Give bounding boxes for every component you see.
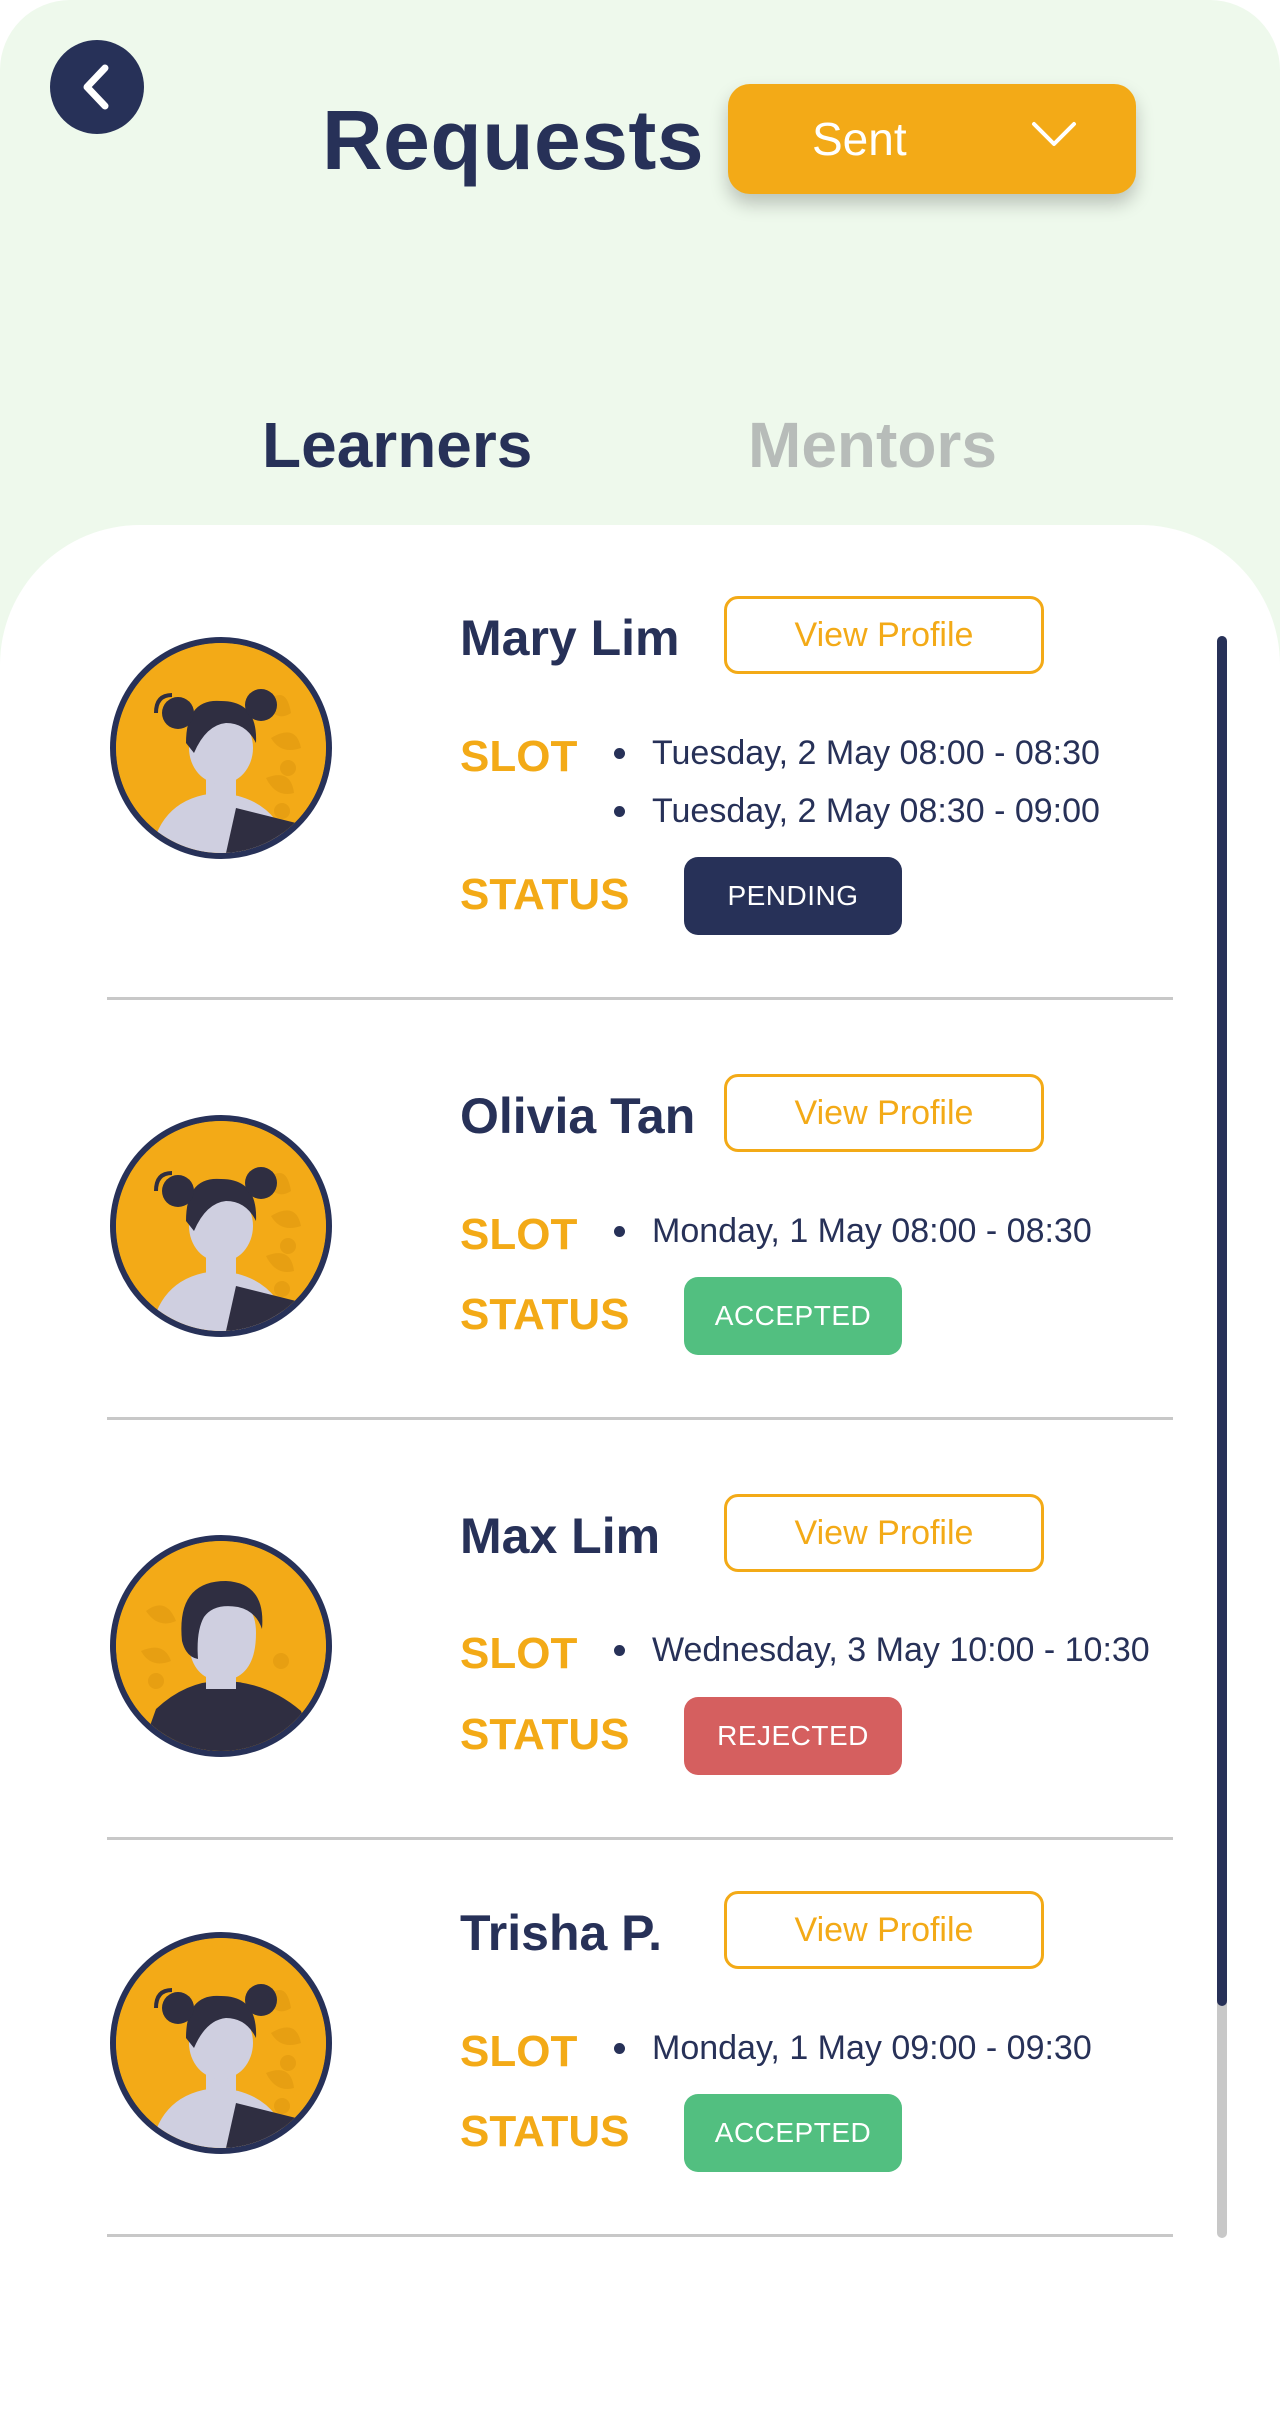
avatar [110,1535,332,1757]
learner-name: Trisha P. [460,1905,662,1961]
divider [107,2234,1173,2237]
female-avatar-icon [116,643,326,853]
learner-name: Olivia Tan [460,1088,696,1144]
slot-item: Wednesday, 3 May 10:00 - 10:30 [612,1621,1150,1679]
chevron-down-icon [1032,122,1076,146]
slot-label: SLOT [460,1629,578,1678]
status-label: STATUS [460,870,630,919]
tab-mentors[interactable]: Mentors [748,405,997,485]
status-badge: ACCEPTED [684,2094,902,2172]
divider [107,1417,1173,1420]
slot-item: Tuesday, 2 May 08:30 - 09:00 [612,782,1100,840]
status-label: STATUS [460,1290,630,1339]
page-title: Requests [322,93,705,187]
slot-label: SLOT [460,732,578,781]
chevron-left-icon [83,64,109,110]
dropdown-selected-value: Sent [812,113,907,165]
divider [107,1837,1173,1840]
status-badge: PENDING [684,857,902,935]
learner-name: Max Lim [460,1508,661,1564]
avatar [110,1932,332,2154]
status-badge: REJECTED [684,1697,902,1775]
female-avatar-icon [116,1938,326,2148]
avatar [110,1115,332,1337]
view-profile-button[interactable]: View Profile [724,1494,1044,1572]
status-label: STATUS [460,1710,630,1759]
slot-list: Monday, 1 May 08:00 - 08:30 [612,1202,1092,1260]
slot-item: Tuesday, 2 May 08:00 - 08:30 [612,724,1100,782]
female-avatar-icon [116,1121,326,1331]
scrollbar-thumb[interactable] [1217,636,1227,2006]
view-profile-button[interactable]: View Profile [724,596,1044,674]
request-type-dropdown[interactable]: Sent [728,84,1136,194]
view-profile-button[interactable]: View Profile [724,1074,1044,1152]
status-badge: ACCEPTED [684,1277,902,1355]
slot-item: Monday, 1 May 08:00 - 08:30 [612,1202,1092,1260]
view-profile-button[interactable]: View Profile [724,1891,1044,1969]
slot-item: Monday, 1 May 09:00 - 09:30 [612,2019,1092,2077]
status-label: STATUS [460,2107,630,2156]
slot-list: Tuesday, 2 May 08:00 - 08:30 Tuesday, 2 M… [612,724,1100,840]
slot-list: Monday, 1 May 09:00 - 09:30 [612,2019,1092,2077]
learner-name: Mary Lim [460,610,680,666]
requests-screen: Requests Sent Learners Mentors Mary Lim … [0,0,1280,2417]
slot-list: Wednesday, 3 May 10:00 - 10:30 [612,1621,1150,1679]
slot-label: SLOT [460,1210,578,1259]
tab-learners[interactable]: Learners [262,405,532,485]
avatar [110,637,332,859]
back-button[interactable] [50,40,144,134]
male-avatar-icon [116,1541,326,1751]
divider [107,997,1173,1000]
slot-label: SLOT [460,2027,578,2076]
